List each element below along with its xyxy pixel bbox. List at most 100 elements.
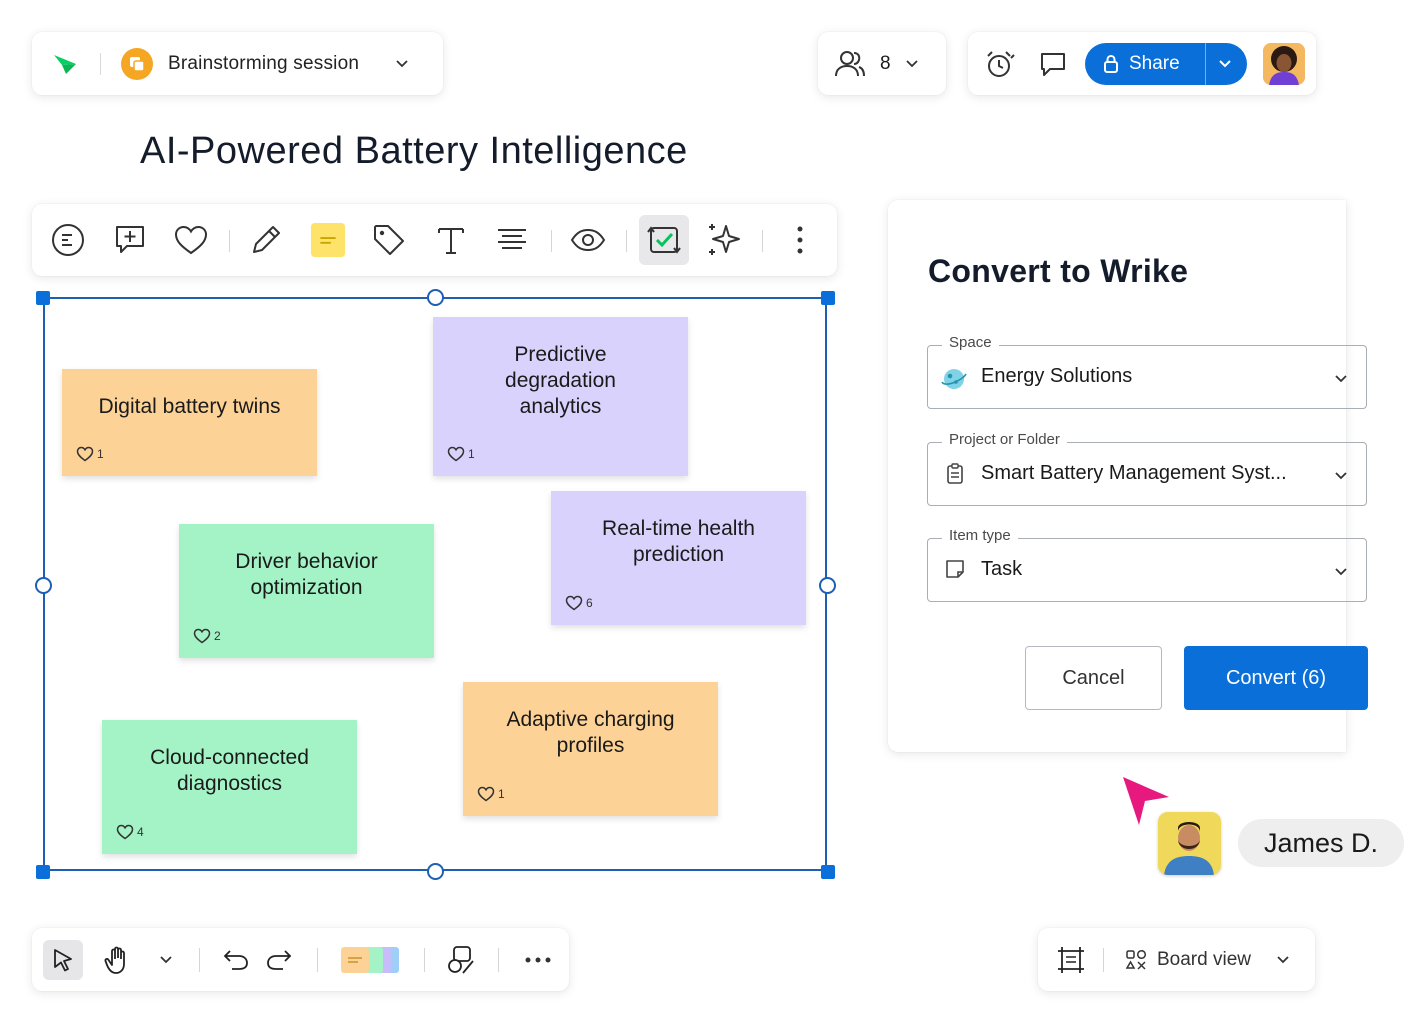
convert-button[interactable]: Convert (6) bbox=[1184, 646, 1368, 710]
likes-count: 1 bbox=[97, 447, 104, 461]
heart-icon bbox=[76, 446, 94, 462]
add-comment-icon[interactable] bbox=[112, 222, 148, 258]
comments-icon[interactable] bbox=[1038, 50, 1068, 78]
wrike-logo-icon bbox=[52, 51, 78, 77]
divider bbox=[199, 948, 200, 972]
heart-icon bbox=[193, 628, 211, 644]
more-icon[interactable] bbox=[518, 940, 558, 980]
divider bbox=[762, 230, 763, 252]
sticky-stack-icon[interactable] bbox=[338, 940, 402, 980]
share-panel: Share bbox=[968, 32, 1316, 95]
resize-handle[interactable] bbox=[821, 291, 835, 305]
tag-icon[interactable] bbox=[371, 222, 407, 258]
more-icon[interactable] bbox=[782, 222, 818, 258]
item-type-value: Task bbox=[981, 558, 1023, 580]
timer-icon[interactable] bbox=[984, 49, 1016, 79]
heart-icon bbox=[565, 595, 583, 611]
chevron-down-icon bbox=[1334, 564, 1348, 582]
divider bbox=[317, 948, 318, 972]
text-outline-icon[interactable] bbox=[50, 222, 86, 258]
likes[interactable]: 2 bbox=[193, 628, 221, 644]
participants-count: 8 bbox=[880, 52, 891, 74]
board-badge-icon bbox=[121, 47, 153, 80]
project-select[interactable]: Project or Folder Smart Battery Manageme… bbox=[927, 431, 1367, 506]
divider bbox=[229, 230, 230, 252]
view-switcher: Board view bbox=[1038, 928, 1315, 991]
item-type-select[interactable]: Item type Task bbox=[927, 527, 1367, 602]
resize-handle[interactable] bbox=[821, 865, 835, 879]
sticky-toolbar bbox=[32, 204, 837, 276]
likes[interactable]: 1 bbox=[447, 446, 475, 462]
likes[interactable]: 1 bbox=[76, 446, 104, 462]
share-button[interactable]: Share bbox=[1085, 43, 1247, 85]
likes-count: 6 bbox=[586, 596, 593, 610]
sticky-note[interactable]: Driver behavior optimization 2 bbox=[179, 524, 434, 658]
project-value: Smart Battery Management Syst... bbox=[981, 462, 1287, 484]
space-label: Space bbox=[942, 334, 999, 351]
sticky-note-icon[interactable] bbox=[310, 222, 346, 258]
lock-icon bbox=[1103, 54, 1119, 74]
select-pointer-icon[interactable] bbox=[43, 940, 83, 980]
planet-icon bbox=[941, 366, 967, 397]
project-label: Project or Folder bbox=[942, 431, 1067, 448]
resize-handle[interactable] bbox=[36, 291, 50, 305]
divider bbox=[626, 230, 627, 252]
sticky-note[interactable]: Real-time health prediction 6 bbox=[551, 491, 806, 625]
likes[interactable]: 1 bbox=[477, 786, 505, 802]
heart-icon[interactable] bbox=[173, 222, 209, 258]
frame-icon[interactable] bbox=[1056, 945, 1086, 975]
item-type-label: Item type bbox=[942, 527, 1018, 544]
chevron-down-icon bbox=[1334, 468, 1348, 486]
align-icon[interactable] bbox=[494, 222, 530, 258]
board-view-label: Board view bbox=[1157, 949, 1251, 970]
heart-icon bbox=[477, 786, 495, 802]
resize-handle[interactable] bbox=[819, 577, 836, 594]
hand-icon[interactable] bbox=[98, 940, 138, 980]
resize-handle[interactable] bbox=[427, 863, 444, 880]
sticky-text: Driver behavior optimization bbox=[235, 550, 378, 599]
chevron-down-icon[interactable] bbox=[1218, 59, 1232, 69]
clipboard-icon bbox=[946, 463, 964, 490]
ai-sparkle-icon[interactable] bbox=[706, 222, 742, 258]
convert-icon[interactable] bbox=[639, 215, 689, 265]
divider bbox=[1103, 948, 1104, 972]
collaborator-avatar bbox=[1158, 812, 1221, 875]
board-view-button[interactable]: Board view bbox=[1122, 928, 1302, 991]
eye-icon[interactable] bbox=[570, 222, 606, 258]
resize-handle[interactable] bbox=[35, 577, 52, 594]
divider bbox=[424, 948, 425, 972]
board-view-icon bbox=[1125, 949, 1147, 971]
likes[interactable]: 4 bbox=[116, 824, 144, 840]
participants-button[interactable]: 8 bbox=[818, 32, 946, 95]
text-icon[interactable] bbox=[433, 222, 469, 258]
sticky-note[interactable]: Digital battery twins 1 bbox=[62, 369, 317, 476]
likes[interactable]: 6 bbox=[565, 595, 593, 611]
sticky-note[interactable]: Cloud-connected diagnostics 4 bbox=[102, 720, 357, 854]
likes-count: 1 bbox=[498, 787, 505, 801]
sticky-note[interactable]: Adaptive charging profiles 1 bbox=[463, 682, 718, 816]
convert-dialog: Convert to Wrike Space Energy Solutions … bbox=[888, 200, 1368, 752]
resize-handle[interactable] bbox=[36, 865, 50, 879]
undo-icon[interactable] bbox=[216, 940, 256, 980]
pencil-icon[interactable] bbox=[248, 222, 284, 258]
chevron-down-icon[interactable] bbox=[146, 940, 186, 980]
chevron-down-icon[interactable] bbox=[905, 59, 919, 69]
space-select[interactable]: Space Energy Solutions bbox=[927, 334, 1367, 409]
board-switcher[interactable]: Brainstorming session bbox=[32, 32, 443, 95]
user-avatar[interactable] bbox=[1263, 43, 1305, 85]
sticky-text: Predictive degradation analytics bbox=[505, 343, 616, 418]
redo-icon[interactable] bbox=[259, 940, 299, 980]
cancel-button[interactable]: Cancel bbox=[1025, 646, 1162, 710]
sticky-text: Digital battery twins bbox=[98, 395, 281, 418]
sticky-text: Real-time health prediction bbox=[602, 517, 755, 566]
chevron-down-icon bbox=[1276, 955, 1290, 965]
divider bbox=[1205, 43, 1206, 85]
likes-count: 2 bbox=[214, 629, 221, 643]
chevron-down-icon[interactable] bbox=[395, 59, 409, 69]
shapes-icon[interactable] bbox=[441, 940, 481, 980]
resize-handle[interactable] bbox=[427, 289, 444, 306]
heart-icon bbox=[447, 446, 465, 462]
sticky-note[interactable]: Predictive degradation analytics 1 bbox=[433, 317, 688, 476]
divider bbox=[498, 948, 499, 972]
likes-count: 4 bbox=[137, 825, 144, 839]
